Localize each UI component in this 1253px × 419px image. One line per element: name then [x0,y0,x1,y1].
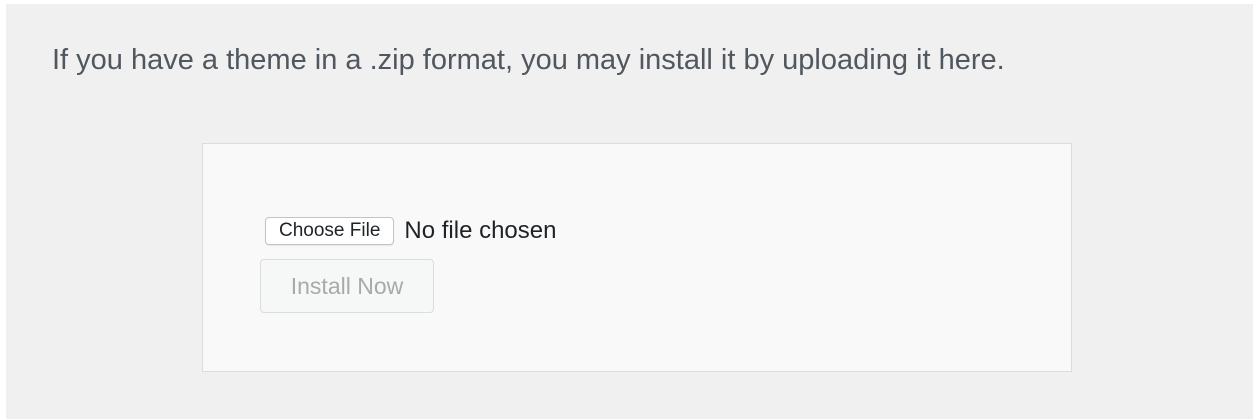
upload-form: Choose File No file chosen Install Now [202,143,1072,372]
upload-theme-panel: If you have a theme in a .zip format, yo… [6,4,1253,419]
file-status-text: No file chosen [404,217,557,244]
install-now-button[interactable]: Install Now [260,259,434,313]
file-input-row: Choose File No file chosen [265,216,556,246]
upload-instructions: If you have a theme in a .zip format, yo… [52,44,1005,76]
choose-file-button[interactable]: Choose File [265,217,395,245]
